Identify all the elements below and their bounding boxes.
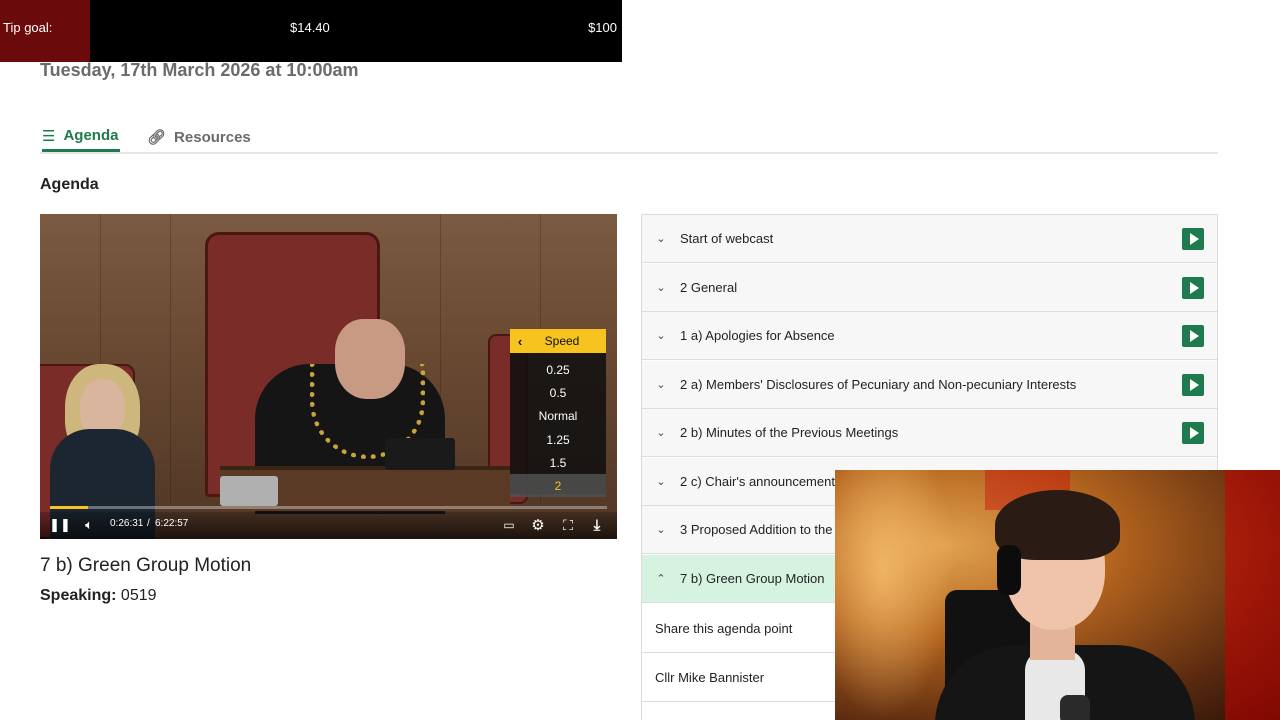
captions-icon[interactable]: ▭ [500, 514, 518, 536]
current-time: 0:26:31 [110, 518, 144, 529]
agenda-item-label: Start of webcast [680, 231, 774, 246]
agenda-item-label: 3 Proposed Addition to the [680, 522, 833, 537]
play-icon[interactable] [1182, 277, 1204, 299]
chevron-down-icon[interactable]: ⌄ [642, 378, 680, 391]
fullscreen-icon[interactable]: ⛶ [559, 514, 577, 536]
play-icon[interactable] [1182, 325, 1204, 347]
chevron-left-icon[interactable]: ‹ [510, 334, 530, 349]
tab-agenda[interactable]: ☰ Agenda [42, 122, 121, 152]
seek-bar-progress [50, 506, 89, 509]
agenda-item-label: 2 c) Chair's announcements [680, 474, 842, 489]
seek-bar[interactable] [50, 506, 607, 509]
duration: 6:22:57 [155, 518, 189, 529]
now-playing-title: 7 b) Green Group Motion [40, 555, 252, 576]
agenda-item-label: 2 a) Members' Disclosures of Pecuniary a… [680, 377, 1077, 392]
play-icon[interactable] [1182, 422, 1204, 444]
tip-goal-target: $100 [588, 20, 617, 35]
tip-goal-label: Tip goal: [3, 20, 53, 35]
agenda-item[interactable]: ⌄ 1 a) Apologies for Absence [642, 312, 1217, 360]
agenda-item-label: 2 b) Minutes of the Previous Meetings [680, 425, 899, 440]
chevron-down-icon[interactable]: ⌄ [642, 523, 680, 536]
agenda-item-label: 7 b) Green Group Motion [680, 571, 825, 586]
speed-menu-title: Speed [544, 334, 580, 348]
tip-goal-current: $14.40 [290, 20, 330, 35]
volume-icon[interactable]: 🔈︎ [80, 514, 98, 536]
play-icon[interactable] [1182, 374, 1204, 396]
headphones-icon [997, 545, 1021, 595]
gear-icon[interactable]: ⚙ [529, 514, 547, 536]
play-icon[interactable] [1182, 228, 1204, 250]
link-icon: 🔗︎ [147, 129, 167, 146]
video-frame-monitor [385, 438, 455, 470]
chevron-down-icon[interactable]: ⌄ [642, 426, 680, 439]
tab-agenda-label: Agenda [63, 127, 119, 144]
tip-goal-bar: Tip goal: $14.40 $100 [0, 0, 622, 62]
chevron-down-icon[interactable]: ⌄ [642, 232, 680, 245]
agenda-item[interactable]: ⌄ 2 b) Minutes of the Previous Meetings [642, 409, 1217, 457]
speed-option[interactable]: 0.25 [510, 358, 606, 381]
video-frame-laptop [220, 476, 278, 506]
agenda-item[interactable]: ⌄ 2 a) Members' Disclosures of Pecuniary… [642, 361, 1217, 409]
list-icon: ☰ [42, 127, 56, 145]
webcam-overlay [835, 470, 1280, 720]
tab-resources[interactable]: 🔗︎ Resources [147, 122, 251, 152]
chevron-down-icon[interactable]: ⌄ [642, 329, 680, 342]
time-separator: / [147, 518, 150, 529]
speed-menu: ‹ Speed 0.25 0.5 Normal 1.25 1.5 2 [510, 329, 606, 497]
speed-option-selected[interactable]: 2 [510, 474, 606, 497]
agenda-item[interactable]: ⌄ Start of webcast [642, 215, 1217, 263]
chevron-up-icon[interactable]: ⌃ [642, 572, 680, 585]
agenda-item-label: 2 General [680, 280, 738, 295]
speed-menu-header[interactable]: ‹ Speed [510, 329, 606, 353]
speaking-label: Speaking: [40, 587, 117, 604]
tab-resources-label: Resources [174, 128, 251, 146]
speaking-info: Speaking: 0519 [40, 587, 157, 605]
speed-option[interactable]: 1.5 [510, 451, 606, 474]
meeting-date: Tuesday, 17th March 2026 at 10:00am [40, 60, 359, 80]
chevron-down-icon[interactable]: ⌄ [642, 475, 680, 488]
tab-bar: ☰ Agenda 🔗︎ Resources [40, 122, 1218, 154]
speaking-value: 0519 [120, 587, 157, 604]
agenda-item-label: 1 a) Apologies for Absence [680, 328, 835, 343]
speed-option[interactable]: Normal [510, 404, 606, 427]
speed-option[interactable]: 1.25 [510, 428, 606, 451]
pause-icon[interactable]: ❚❚ [49, 514, 71, 536]
chevron-down-icon[interactable]: ⌄ [642, 281, 680, 294]
download-icon[interactable]: ⤓ [587, 514, 607, 536]
speed-option[interactable]: 0.5 [510, 381, 606, 404]
section-title: Agenda [40, 176, 99, 193]
video-player[interactable]: ‹ Speed 0.25 0.5 Normal 1.25 1.5 2 ❚❚ 🔈︎… [40, 214, 617, 539]
microphone-icon [1060, 695, 1090, 720]
agenda-item[interactable]: ⌄ 2 General [642, 264, 1217, 312]
